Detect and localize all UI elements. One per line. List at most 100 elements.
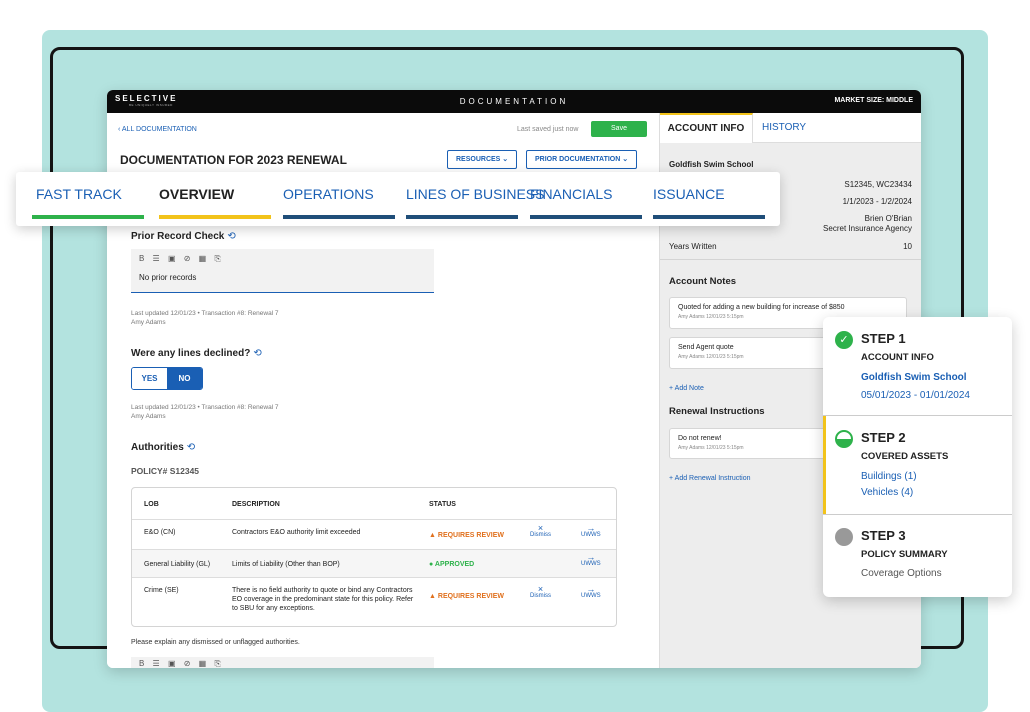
step-date-range[interactable]: 05/01/2023 - 01/01/2024 (861, 390, 970, 401)
check-circle-icon: ● (429, 561, 434, 568)
step-3[interactable]: STEP 3 POLICY SUMMARY Coverage Options (823, 515, 1012, 597)
dismiss-button[interactable]: × Dismiss (530, 584, 551, 600)
lob-cell: Crime (SE) (144, 587, 179, 594)
close-icon: × (537, 584, 544, 594)
uwws-button[interactable]: → UWWS (581, 553, 601, 568)
policy-numbers: S12345, WC23434 (844, 180, 912, 189)
authorities-table: LOB DESCRIPTION STATUS E&O (CN) Contract… (131, 487, 617, 627)
yes-option[interactable]: YES (132, 368, 167, 389)
tab-financials[interactable]: FINANCIALS (530, 186, 612, 202)
tab-indicator (32, 215, 144, 219)
meta-line: Last updated 12/01/23 • Transaction #8: … (131, 404, 279, 411)
description-cell: Contractors E&O authority limit exceeded (232, 529, 361, 536)
dismiss-button[interactable]: × Dismiss (530, 523, 551, 539)
step-subtitle: ACCOUNT INFO (861, 352, 934, 363)
explain-editor-toolbar[interactable]: B ☰ ▣ ⊘ ▦ ⎘ (131, 657, 434, 668)
table-row: Crime (SE) There is no field authority t… (132, 577, 616, 626)
prior-doc-label: PRIOR DOCUMENTATION (535, 156, 621, 163)
meta-author: Amy Adams (131, 319, 166, 326)
declined-meta: Last updated 12/01/23 • Transaction #8: … (131, 403, 279, 421)
step-title: STEP 1 (861, 331, 906, 346)
warning-icon: ▲ (429, 593, 436, 600)
agent-info: Brien O'Brian Secret Insurance Agency (823, 214, 912, 234)
check-circle-icon: ✓ (835, 331, 853, 349)
tab-issuance[interactable]: ISSUANCE (653, 186, 725, 202)
prior-record-heading: Prior Record Check ⟲ (131, 231, 236, 242)
page-title: DOCUMENTATION FOR 2023 RENEWAL (120, 153, 347, 167)
years-written-value: 10 (903, 242, 912, 251)
column-header-description: DESCRIPTION (232, 501, 280, 508)
prior-record-heading-text: Prior Record Check (131, 231, 225, 242)
tab-history[interactable]: HISTORY (762, 113, 806, 143)
meta-author: Amy Adams (131, 413, 166, 420)
years-written-label: Years Written (669, 242, 717, 251)
top-bar: SELECTIVE BE UNIQUELY INSURED DOCUMENTAT… (107, 90, 921, 113)
status-text: REQUIRES REVIEW (437, 532, 505, 539)
uwws-button[interactable]: → UWWS (581, 584, 601, 600)
arrow-right-icon: → (586, 584, 596, 594)
status-badge: ● APPROVED (429, 560, 474, 569)
tab-operations[interactable]: OPERATIONS (283, 186, 374, 202)
dismiss-label: Dismiss (530, 532, 551, 538)
history-icon[interactable]: ⟲ (253, 348, 261, 359)
tab-fast-track[interactable]: FAST TRACK (36, 186, 122, 202)
resources-dropdown[interactable]: RESOURCES ⌄ (447, 150, 518, 169)
status-text: REQUIRES REVIEW (437, 593, 505, 600)
status-badge: ▲ REQUIRES REVIEW (429, 531, 504, 540)
arrow-right-icon: → (586, 523, 596, 533)
prior-record-text[interactable]: No prior records (131, 269, 434, 292)
step-account-name[interactable]: Goldfish Swim School (861, 372, 967, 383)
workflow-tab-bar: FAST TRACK OVERVIEW OPERATIONS LINES OF … (16, 172, 780, 226)
tab-indicator (283, 215, 395, 219)
step-title: STEP 3 (861, 528, 906, 543)
add-renewal-instruction-link[interactable]: + Add Renewal Instruction (669, 475, 751, 482)
chevron-down-icon: ⌄ (502, 156, 509, 163)
table-row: General Liability (GL) Limits of Liabili… (132, 549, 616, 577)
description-cell: There is no field authority to quote or … (232, 587, 414, 612)
prior-documentation-dropdown[interactable]: PRIOR DOCUMENTATION ⌄ (526, 150, 638, 169)
prior-record-editor[interactable]: B ☰ ▣ ⊘ ▦ ⎘ No prior records (131, 249, 434, 293)
tab-account-info[interactable]: ACCOUNT INFO (660, 113, 753, 143)
market-size: MARKET SIZE: MIDDLE (834, 97, 913, 104)
save-button[interactable]: Save (591, 121, 647, 137)
tab-indicator (406, 215, 518, 219)
explain-label: Please explain any dismissed or unflagge… (131, 639, 300, 646)
step-2[interactable]: STEP 2 COVERED ASSETS Buildings (1) Vehi… (823, 416, 1012, 514)
circle-icon (835, 528, 853, 546)
no-option[interactable]: NO (167, 368, 202, 389)
meta-line: Last updated 12/01/23 • Transaction #8: … (131, 310, 279, 317)
note-text: Quoted for adding a new building for inc… (678, 304, 845, 311)
uwws-label: UWWS (581, 561, 601, 567)
buildings-link[interactable]: Buildings (1) (861, 471, 917, 482)
account-name: Goldfish Swim School (669, 160, 754, 169)
authorities-heading: Authorities ⟲ (131, 442, 195, 453)
description-cell: Limits of Liability (Other than BOP) (232, 561, 340, 568)
tab-lines-of-business[interactable]: LINES OF BUSINESS (406, 186, 544, 202)
all-documentation-link[interactable]: ‹ ALL DOCUMENTATION (118, 126, 197, 133)
uwws-button[interactable]: → UWWS (581, 523, 601, 539)
account-notes-heading: Account Notes (669, 276, 737, 287)
editor-toolbar[interactable]: B ☰ ▣ ⊘ ▦ ⎘ (131, 249, 434, 269)
add-note-link[interactable]: + Add Note (669, 385, 704, 392)
step-1[interactable]: ✓ STEP 1 ACCOUNT INFO Goldfish Swim Scho… (823, 317, 1012, 415)
right-tabs: ACCOUNT INFO HISTORY (660, 113, 921, 143)
coverage-options-label: Coverage Options (861, 568, 942, 579)
yes-no-toggle[interactable]: YES NO (131, 367, 203, 390)
saved-status: Last saved just now (517, 126, 579, 133)
app-title: DOCUMENTATION (459, 97, 569, 106)
close-icon: × (537, 523, 544, 533)
column-header-lob: LOB (144, 501, 159, 508)
resources-label: RESOURCES (456, 156, 501, 163)
step-subtitle: POLICY SUMMARY (861, 549, 948, 560)
tab-overview[interactable]: OVERVIEW (159, 186, 234, 202)
tab-indicator (653, 215, 765, 219)
authorities-heading-text: Authorities (131, 442, 184, 453)
history-icon[interactable]: ⟲ (187, 442, 195, 453)
status-text: APPROVED (434, 561, 475, 568)
uwws-label: UWWS (581, 532, 601, 538)
steps-card: ✓ STEP 1 ACCOUNT INFO Goldfish Swim Scho… (823, 317, 1012, 597)
vehicles-link[interactable]: Vehicles (4) (861, 487, 913, 498)
warning-icon: ▲ (429, 532, 436, 539)
step-subtitle: COVERED ASSETS (861, 451, 949, 462)
history-icon[interactable]: ⟲ (227, 231, 235, 242)
